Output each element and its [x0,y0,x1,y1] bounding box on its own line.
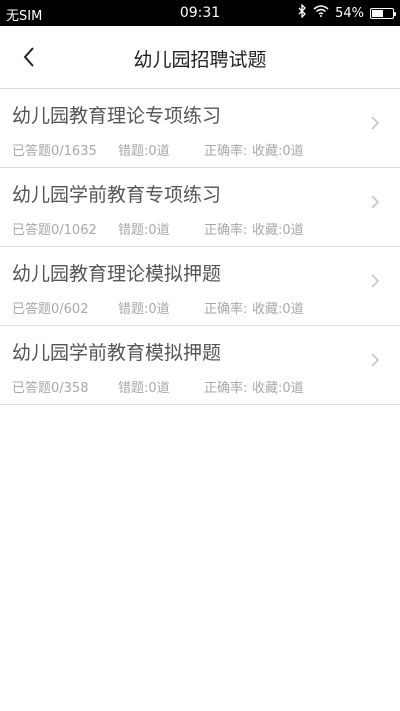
chevron-right-icon [371,195,380,209]
wrong-count: 错题:0道 [118,144,170,159]
bluetooth-icon [298,3,307,22]
wifi-icon [313,5,329,21]
wrong-count: 错题:0道 [118,223,170,238]
question-set-list: 幼儿园教育理论专项练习 已答题0/1635 错题:0道 正确率: 收藏:0道 幼… [0,89,400,405]
answered-count: 已答题0/1062 [12,223,97,238]
list-item[interactable]: 幼儿园学前教育模拟押题 已答题0/358 错题:0道 正确率: 收藏:0道 [0,326,400,405]
nav-bar: 幼儿园招聘试题 [0,26,400,89]
battery-level [372,9,383,17]
battery-icon [370,7,396,19]
status-bar: 无SIM 09:31 54% [0,0,400,26]
chevron-right-icon [371,353,380,367]
page-title: 幼儿园招聘试题 [133,49,267,71]
favorites-count: 收藏:0道 [252,302,304,317]
item-title: 幼儿园教育理论专项练习 [12,105,222,127]
accuracy-label: 正确率: [204,381,248,396]
item-title: 幼儿园学前教育模拟押题 [12,342,222,364]
accuracy-label: 正确率: [204,144,248,159]
accuracy-label: 正确率: [204,223,248,238]
status-icons: 54% [298,3,396,22]
list-item[interactable]: 幼儿园学前教育专项练习 已答题0/1062 错题:0道 正确率: 收藏:0道 [0,168,400,247]
answered-count: 已答题0/1635 [12,144,97,159]
wrong-count: 错题:0道 [118,302,170,317]
wrong-count: 错题:0道 [118,381,170,396]
answered-count: 已答题0/602 [12,302,89,317]
chevron-right-icon [371,274,380,288]
favorites-count: 收藏:0道 [252,381,304,396]
accuracy-label: 正确率: [204,302,248,317]
chevron-right-icon [371,116,380,130]
favorites-count: 收藏:0道 [252,223,304,238]
item-title: 幼儿园学前教育专项练习 [12,184,222,206]
battery-percent: 54% [335,5,364,21]
item-title: 幼儿园教育理论模拟押题 [12,263,222,285]
favorites-count: 收藏:0道 [252,144,304,159]
list-item[interactable]: 幼儿园教育理论模拟押题 已答题0/602 错题:0道 正确率: 收藏:0道 [0,247,400,326]
answered-count: 已答题0/358 [12,381,89,396]
list-item[interactable]: 幼儿园教育理论专项练习 已答题0/1635 错题:0道 正确率: 收藏:0道 [0,89,400,168]
